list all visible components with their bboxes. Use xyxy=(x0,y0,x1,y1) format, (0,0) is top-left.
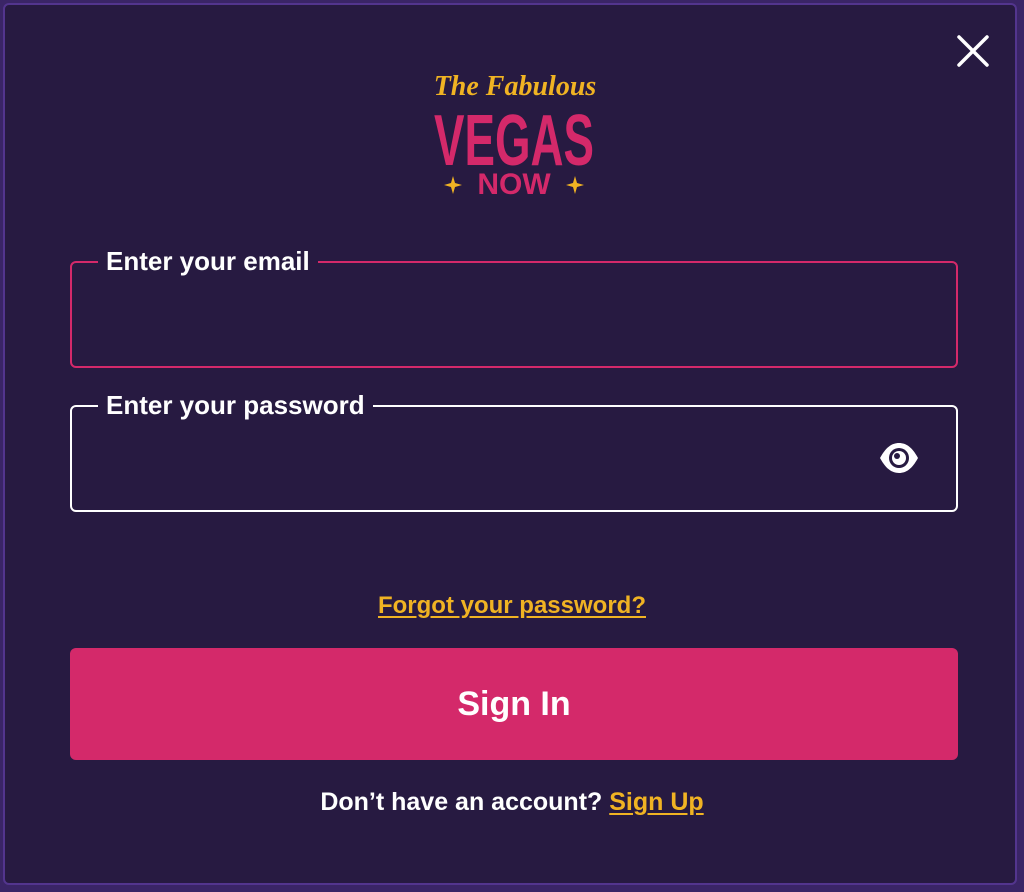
email-field-label: Enter your email xyxy=(98,243,318,279)
forgot-password-row: Forgot your password? xyxy=(0,590,1024,622)
password-field-label: Enter your password xyxy=(98,387,373,423)
vegas-now-logo: The Fabulous VEGAS NOW xyxy=(434,71,597,201)
forgot-password-link[interactable]: Forgot your password? xyxy=(378,592,646,619)
eye-icon xyxy=(880,443,918,473)
password-field[interactable]: Enter your password xyxy=(70,387,958,512)
email-field[interactable]: Enter your email xyxy=(70,243,958,368)
signup-prompt: Don’t have an account? xyxy=(320,788,603,816)
sign-in-button[interactable]: Sign In xyxy=(70,648,958,760)
email-input[interactable] xyxy=(102,293,866,339)
logo-tagline: The Fabulous xyxy=(434,71,597,102)
close-button[interactable] xyxy=(950,28,994,72)
logo-subtitle: NOW xyxy=(477,168,551,201)
sign-up-link[interactable]: Sign Up xyxy=(609,788,703,816)
signup-row: Don’t have an account? Sign Up xyxy=(0,786,1024,818)
close-icon xyxy=(957,35,989,67)
show-password-toggle[interactable] xyxy=(878,440,920,476)
password-input[interactable] xyxy=(102,437,866,483)
